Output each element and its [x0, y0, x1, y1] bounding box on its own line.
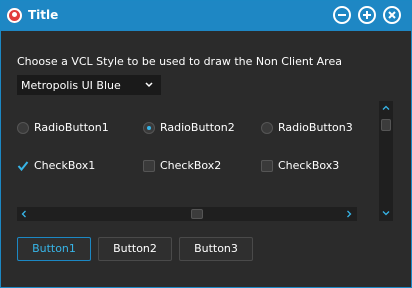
radio-button-1[interactable]: RadioButton1 [17, 121, 127, 137]
chevron-down-icon [145, 82, 153, 88]
app-icon [7, 8, 22, 23]
chevron-up-icon[interactable] [382, 104, 390, 112]
chevron-left-icon[interactable] [20, 210, 28, 218]
maximize-icon [363, 11, 371, 19]
style-combobox-value: Metropolis UI Blue [21, 79, 121, 92]
checkbox-1[interactable]: CheckBox1 [17, 159, 127, 175]
vertical-scrollbar[interactable] [379, 101, 393, 221]
minimize-icon [338, 14, 346, 16]
radio-circle [261, 122, 273, 134]
checkbox-box-checked [17, 160, 29, 172]
radio-circle [17, 122, 29, 134]
client-area: Choose a VCL Style to be used to draw th… [1, 31, 411, 287]
close-button[interactable] [383, 6, 401, 24]
window-title: Title [28, 8, 59, 22]
close-icon [388, 11, 396, 19]
button-3[interactable]: Button3 [179, 237, 253, 261]
style-combobox[interactable]: Metropolis UI Blue [17, 75, 161, 95]
button-1[interactable]: Button1 [17, 237, 91, 261]
checkbox-label: CheckBox2 [160, 159, 222, 172]
radio-circle-checked [143, 122, 155, 134]
title-bar[interactable]: Title [1, 1, 411, 31]
app-window: Title Choose a VCL Style to be used to d… [0, 0, 412, 288]
chevron-right-icon[interactable] [345, 210, 353, 218]
checkbox-label: CheckBox3 [278, 159, 340, 172]
horizontal-scrollbar[interactable] [17, 207, 357, 221]
radio-button-3[interactable]: RadioButton3 [261, 121, 371, 137]
checkbox-box [261, 160, 273, 172]
radio-label: RadioButton3 [278, 121, 353, 134]
check-icon [17, 161, 29, 172]
checkbox-box [143, 160, 155, 172]
radio-label: RadioButton2 [160, 121, 235, 134]
button-2[interactable]: Button2 [98, 237, 172, 261]
maximize-button[interactable] [358, 6, 376, 24]
style-prompt-label: Choose a VCL Style to be used to draw th… [17, 55, 342, 68]
checkbox-label: CheckBox1 [34, 159, 96, 172]
chevron-down-icon[interactable] [382, 209, 390, 217]
radio-button-2[interactable]: RadioButton2 [143, 121, 253, 137]
checkbox-2[interactable]: CheckBox2 [143, 159, 253, 175]
horizontal-scroll-thumb[interactable] [191, 209, 203, 219]
radio-label: RadioButton1 [34, 121, 109, 134]
vertical-scroll-thumb[interactable] [381, 119, 391, 131]
checkbox-3[interactable]: CheckBox3 [261, 159, 371, 175]
minimize-button[interactable] [333, 6, 351, 24]
